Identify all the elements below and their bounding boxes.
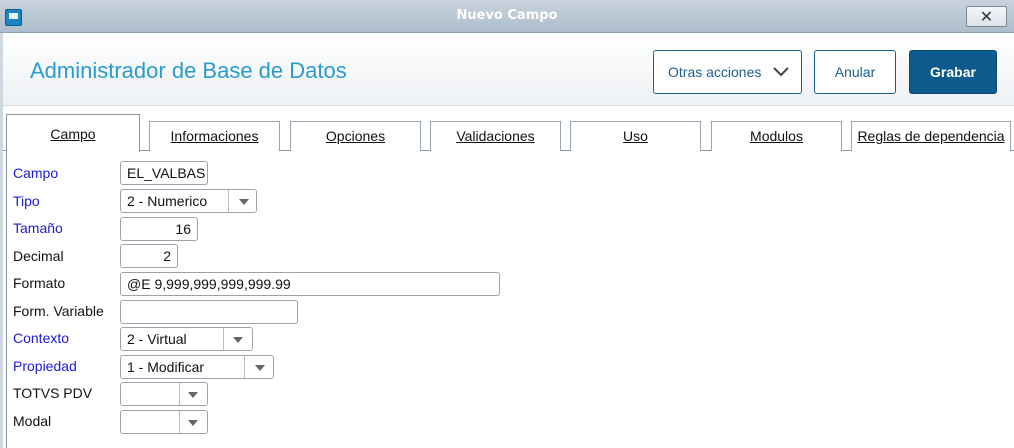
modal-label: Modal	[13, 413, 52, 429]
form-variable-label: Form. Variable	[13, 303, 104, 319]
tab-campo[interactable]: Campo	[6, 114, 140, 152]
window-title: Nuevo Campo	[456, 8, 558, 23]
formato-field[interactable]: @E 9,999,999,999,999.99	[120, 272, 500, 296]
propiedad-select[interactable]: 1 - Modificar	[120, 355, 274, 379]
tab-bar: Campo Informaciones Opciones Validacione…	[3, 112, 1014, 152]
tipo-value: 2 - Numerico	[127, 193, 208, 209]
formato-label: Formato	[13, 275, 66, 291]
totvs-pdv-label: TOTVS PDV	[13, 385, 93, 401]
save-button[interactable]: Grabar	[909, 50, 997, 94]
chevron-down-icon[interactable]	[188, 420, 198, 426]
chevron-down-icon[interactable]	[233, 337, 243, 343]
tab-informaciones[interactable]: Informaciones	[149, 121, 280, 151]
tipo-select-divider	[228, 190, 229, 212]
title-bar[interactable]: Nuevo Campo ✕	[0, 0, 1014, 33]
close-button[interactable]: ✕	[966, 6, 1007, 27]
chevron-down-icon[interactable]	[255, 365, 265, 371]
chevron-down-icon[interactable]	[239, 199, 249, 205]
contexto-select[interactable]: 2 - Virtual	[120, 327, 253, 351]
propiedad-select-divider	[244, 356, 245, 378]
tamano-label: Tamaño	[13, 220, 63, 236]
decimal-field[interactable]: 2	[120, 244, 178, 268]
contexto-label: Contexto	[13, 330, 70, 346]
close-icon: ✕	[979, 7, 994, 26]
campo-label: Campo	[13, 165, 59, 181]
totvs-pdv-select-divider	[179, 383, 180, 405]
tab-modulos[interactable]: Modulos	[711, 121, 842, 151]
page-title: Administrador de Base de Datos	[30, 58, 347, 83]
form-variable-field[interactable]	[120, 300, 298, 324]
nuevo-campo-window: Nuevo Campo ✕ Administrador de Base de D…	[0, 0, 1014, 448]
modal-select[interactable]	[120, 410, 208, 434]
chevron-down-icon	[773, 67, 789, 77]
contexto-value: 2 - Virtual	[127, 331, 187, 347]
propiedad-value: 1 - Modificar	[127, 359, 205, 375]
page-header: Administrador de Base de Datos Otras acc…	[3, 34, 1014, 106]
propiedad-label: Propiedad	[13, 358, 77, 374]
cancel-button[interactable]: Anular	[814, 50, 896, 94]
more-actions-button[interactable]: Otras acciones	[653, 50, 802, 94]
tab-validaciones[interactable]: Validaciones	[430, 121, 561, 151]
totvs-pdv-select[interactable]	[120, 382, 208, 406]
more-actions-label: Otras acciones	[668, 64, 762, 80]
tipo-select[interactable]: 2 - Numerico	[120, 189, 257, 213]
tab-uso[interactable]: Uso	[570, 121, 701, 151]
tipo-label: Tipo	[13, 193, 40, 209]
modal-select-divider	[179, 411, 180, 433]
contexto-select-divider	[223, 328, 224, 350]
decimal-label: Decimal	[13, 248, 64, 264]
campo-field[interactable]: EL_VALBAS	[120, 161, 208, 185]
tamano-field[interactable]: 16	[120, 217, 198, 241]
campo-form: Campo EL_VALBAS Tipo 2 - Numerico Tamaño…	[6, 151, 1014, 448]
tab-reglas-de-dependencia[interactable]: Reglas de dependencia	[851, 121, 1011, 151]
tab-opciones[interactable]: Opciones	[290, 121, 421, 151]
chevron-down-icon[interactable]	[188, 392, 198, 398]
